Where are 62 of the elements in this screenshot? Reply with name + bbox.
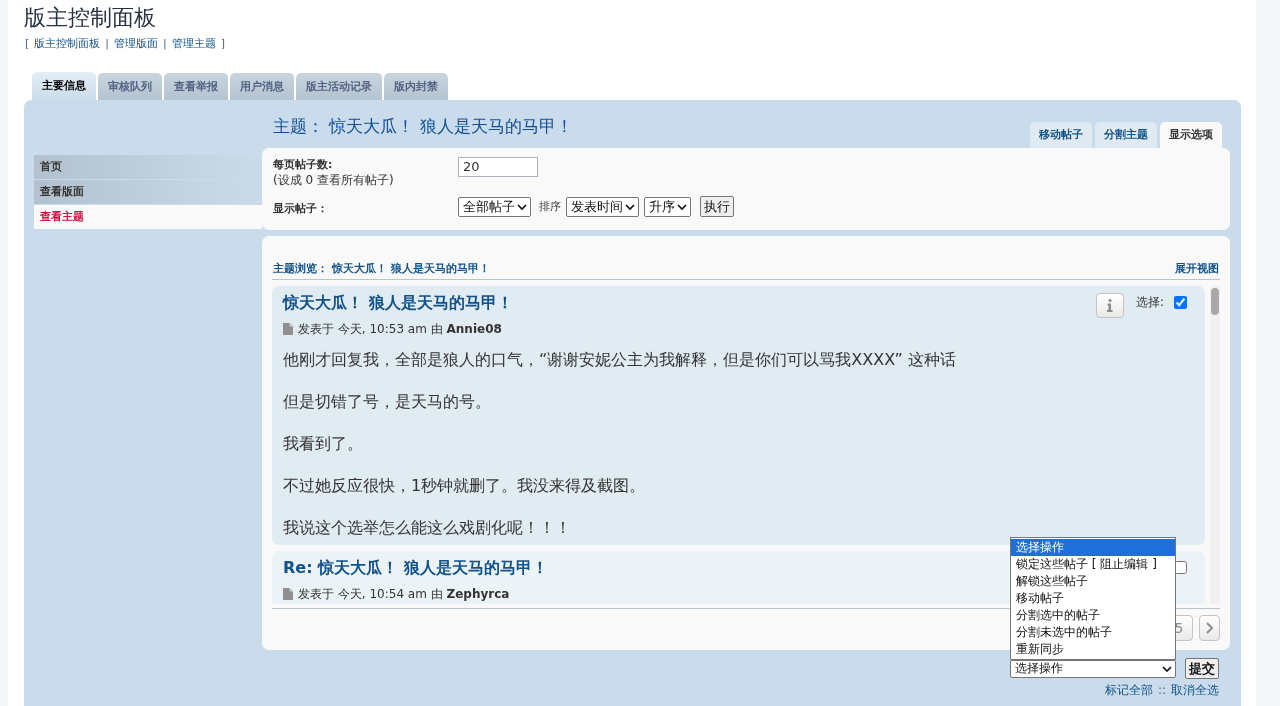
field-label: 每页帖子数: [273,157,334,172]
expand-view-link[interactable]: 展开视图 [1175,262,1219,276]
select-checkbox[interactable] [1174,296,1187,309]
submit-button[interactable]: 提交 [1185,658,1219,679]
mark-link[interactable]: 取消全选 [1171,683,1219,698]
post-title[interactable]: 惊天大瓜！ 狼人是天马的马甲！ [283,293,513,313]
subtab[interactable]: 分割主题 [1095,122,1157,148]
field-label: 显示帖子： [273,202,328,215]
post-paragraph: 我说这个选举怎么能这么戏剧化呢！！！ [283,517,572,539]
tab[interactable]: 用户消息 [230,73,294,100]
field-hint: (设成 0 查看所有帖子) [273,172,395,188]
chevron-right-icon [1206,622,1213,634]
sidebar-item[interactable]: 查看主题 [34,205,262,229]
breadcrumb-link[interactable]: 版主控制面板 [34,37,101,51]
mark-link[interactable]: 标记全部 [1104,683,1153,698]
select-label: 选择: [1135,294,1164,310]
tab[interactable]: 版内封禁 [384,73,448,100]
filter-select[interactable]: 全部帖子 [458,196,531,217]
chevron-down-icon [625,203,635,210]
post-title[interactable]: Re: 惊天大瓜！ 狼人是天马的马甲！ [283,558,548,578]
dropdown-option[interactable]: 锁定这些帖子 [ 阻止编辑 ] [1011,555,1175,573]
topic-view-heading[interactable]: 主题浏览： 惊天大瓜！ 狼人是天马的马甲！ [273,262,490,276]
post-meta: 发表于 今天, 10:53 am 由 Annie08 [298,321,502,337]
go-button[interactable]: 执行 [700,196,734,217]
tab[interactable]: 查看举报 [164,73,228,100]
tab[interactable]: 主要信息 [32,72,96,100]
dropdown-option[interactable]: 移动帖子 [1011,589,1175,607]
subtab[interactable]: 显示选项 [1160,122,1222,148]
chevron-down-icon [677,203,687,210]
post-paragraph: 但是切错了号，是天马的号。 [283,391,492,413]
post-paragraph: 不过她反应很快，1秒钟就删了。我没来得及截图。 [283,475,647,497]
breadcrumb-separator: | [163,37,167,51]
chevron-down-icon [517,203,527,210]
document-icon [283,323,293,335]
dropdown-option[interactable]: 解锁这些帖子 [1011,572,1175,590]
info-icon [1106,299,1113,312]
page-title: 版主控制面板 [24,4,157,32]
topic-heading: 主题： 惊天大瓜！ 狼人是天马的马甲！ [272,115,573,137]
breadcrumb-separator: [ [25,37,30,51]
breadcrumb-separator: ] [220,37,226,51]
sort-key-select[interactable]: 发表时间 [566,196,639,217]
breadcrumb-link[interactable]: 管理主题 [171,37,216,51]
select-checkbox[interactable] [1174,561,1187,574]
post-paragraph: 我看到了。 [283,433,364,455]
link-separator: :: [1157,683,1166,698]
post-paragraph: 他刚才回复我，全部是狼人的口气，“谢谢安妮公主为我解释，但是你们可以骂我XXXX” 这种话 [283,349,957,371]
tab[interactable]: 版主活动记录 [296,73,382,100]
document-icon [283,588,293,600]
dropdown-option[interactable]: 重新同步 [1011,640,1175,658]
tab[interactable]: 审核队列 [98,73,162,100]
info-button[interactable] [1095,293,1124,318]
subtab[interactable]: 移动帖子 [1030,122,1092,148]
chevron-down-icon [1162,665,1172,672]
breadcrumb-link[interactable]: 管理版面 [114,37,158,51]
sort-order-select[interactable]: 升序 [644,196,691,217]
next-page-button[interactable] [1199,615,1220,641]
dropdown-option[interactable]: 选择操作 [1011,538,1175,556]
posts-per-page-field[interactable]: 20 [458,157,538,177]
sort-label: 排序 [539,199,561,214]
scrollbar-thumb[interactable] [1211,288,1219,315]
breadcrumb-separator: | [105,37,109,51]
post-meta: 发表于 今天, 10:54 am 由 Zephyrca [298,586,510,602]
